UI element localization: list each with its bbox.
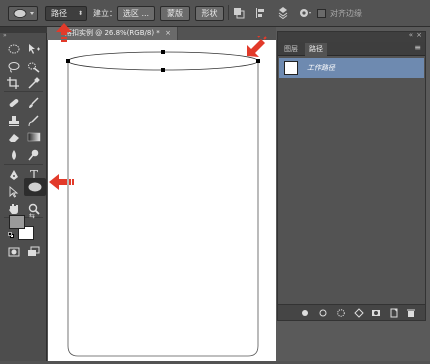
eraser-tool[interactable] xyxy=(5,129,23,145)
trash-icon[interactable] xyxy=(406,308,416,318)
history-brush-tool[interactable] xyxy=(25,113,43,129)
anchor-point-top[interactable] xyxy=(161,50,165,54)
tools-panel: » T ⇆ xyxy=(0,27,47,361)
separator xyxy=(4,164,43,165)
pen-tool[interactable] xyxy=(5,167,23,183)
align-edges-label: 对齐边缘 xyxy=(330,9,362,18)
bandage-icon xyxy=(9,99,19,107)
eraser-icon xyxy=(9,134,19,142)
anchor-point-left[interactable] xyxy=(66,59,70,63)
panel-footer xyxy=(278,304,425,320)
make-mask-button[interactable]: 蒙版 xyxy=(160,6,190,21)
gear-icon xyxy=(300,9,311,17)
work-path-label: 工作路径 xyxy=(307,64,335,72)
work-path-outline xyxy=(66,50,260,357)
tab-paths[interactable]: 路径 xyxy=(305,43,327,56)
move-icon xyxy=(29,44,40,54)
create-label: 建立： xyxy=(93,9,117,18)
move-tool[interactable] xyxy=(25,41,43,57)
screen-mode-icon xyxy=(28,246,40,256)
select-arrows-icon: ⬍ xyxy=(77,10,83,17)
path-arrangement-icon xyxy=(278,7,288,20)
path-operations-button[interactable] xyxy=(232,6,246,20)
load-as-selection-icon[interactable] xyxy=(336,308,346,318)
panel-tabs: 图层 路径 ≡ xyxy=(278,42,425,56)
anchor-point-right[interactable] xyxy=(256,59,260,63)
lasso-icon xyxy=(8,62,20,73)
make-work-path-icon[interactable] xyxy=(354,308,364,318)
ellipse-tool[interactable] xyxy=(24,178,46,196)
foreground-color-swatch[interactable] xyxy=(9,215,25,229)
quick-selection-tool[interactable] xyxy=(25,59,43,75)
eyedropper-tool[interactable] xyxy=(25,75,43,91)
elliptical-marquee-icon xyxy=(8,44,20,54)
panel-header: « × xyxy=(278,31,425,42)
hand-icon xyxy=(9,204,18,214)
path-arrangement-button[interactable] xyxy=(276,6,290,20)
align-edges-checkbox[interactable] xyxy=(317,9,326,18)
history-brush-icon xyxy=(28,115,39,127)
clone-stamp-tool[interactable] xyxy=(5,113,23,129)
canvas[interactable] xyxy=(48,40,276,361)
arrow-pointer-icon xyxy=(9,186,19,198)
close-icon[interactable]: × xyxy=(416,31,422,39)
brush-tool[interactable] xyxy=(25,95,43,111)
tools-panel-header xyxy=(0,27,47,33)
water-drop-icon xyxy=(12,150,16,160)
dodge-icon xyxy=(28,149,39,161)
annotation-arrow-left-icon xyxy=(49,174,74,190)
eyedropper-icon xyxy=(28,77,40,89)
close-icon[interactable]: × xyxy=(165,27,171,40)
default-colors-icon[interactable] xyxy=(8,232,14,238)
document-title: 落扣实例 @ 26.8%(RGB/8) * xyxy=(65,29,160,37)
tool-preset-picker[interactable] xyxy=(8,6,38,21)
stamp-icon xyxy=(9,116,19,126)
path-thumbnail xyxy=(284,61,298,75)
quick-mask-toggle[interactable] xyxy=(5,244,23,260)
quick-selection-icon xyxy=(28,62,40,73)
fill-path-icon[interactable] xyxy=(300,308,310,318)
annotation-arrow-diagonal-icon xyxy=(247,36,267,57)
separator xyxy=(228,5,229,20)
make-shape-button[interactable]: 形状 xyxy=(195,6,224,21)
crop-icon xyxy=(7,77,19,89)
spot-healing-brush-tool[interactable] xyxy=(5,95,23,111)
dodge-tool[interactable] xyxy=(25,147,43,163)
stroke-path-icon[interactable] xyxy=(318,308,328,318)
ellipse-tool-icon xyxy=(13,9,34,18)
panel-menu-icon[interactable]: ≡ xyxy=(414,43,421,52)
anchor-point-bottom[interactable] xyxy=(161,68,165,72)
new-path-icon[interactable] xyxy=(389,308,399,318)
paths-panel: « × 图层 路径 ≡ 工作路径 xyxy=(277,31,426,321)
tab-layers[interactable]: 图层 xyxy=(280,43,302,56)
path-alignment-icon xyxy=(256,8,264,18)
path-alignment-button[interactable] xyxy=(254,6,268,20)
make-selection-button[interactable]: 选区 ... xyxy=(117,6,155,21)
lasso-tool[interactable] xyxy=(5,59,23,75)
add-mask-icon[interactable] xyxy=(371,308,381,318)
blur-tool[interactable] xyxy=(5,147,23,163)
swap-colors-icon[interactable]: ⇆ xyxy=(29,212,35,220)
brush-icon xyxy=(29,97,39,108)
screen-mode-toggle[interactable] xyxy=(25,244,43,260)
collapse-icon[interactable]: » xyxy=(3,32,7,39)
gradient-icon xyxy=(27,132,41,142)
path-selection-tool[interactable] xyxy=(5,184,23,200)
crop-tool[interactable] xyxy=(5,75,23,91)
work-path-row[interactable]: 工作路径 xyxy=(279,58,424,78)
collapse-panel-icon[interactable]: « xyxy=(409,31,413,39)
path-operations-icon xyxy=(234,8,245,19)
tool-mode-value: 路径 xyxy=(51,9,67,18)
quick-mask-icon xyxy=(8,247,20,257)
ellipse-icon xyxy=(28,182,42,192)
pen-icon xyxy=(10,170,18,180)
separator xyxy=(4,91,43,92)
tool-mode-select[interactable]: 路径 ⬍ xyxy=(45,6,87,21)
gradient-tool[interactable] xyxy=(25,129,43,145)
settings-button[interactable] xyxy=(298,6,312,20)
annotation-arrow-up-icon xyxy=(56,23,72,42)
elliptical-marquee-tool[interactable] xyxy=(5,41,23,57)
